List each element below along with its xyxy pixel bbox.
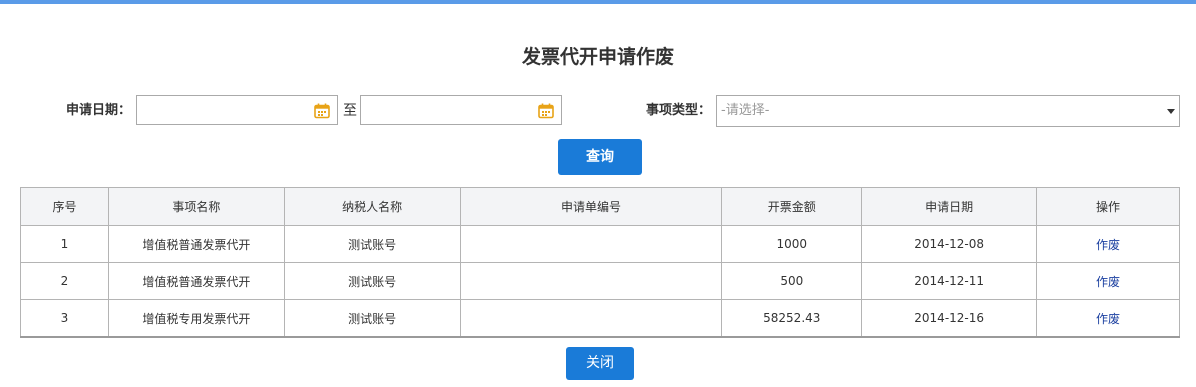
cell-item-name: 增值税专用发票代开 [107,299,285,338]
cell-item-name: 增值税普通发票代开 [107,225,285,263]
cell-action: 作废 [1036,225,1180,263]
calendar-icon[interactable] [313,102,331,120]
type-select-value: -请选择- [721,103,770,118]
header-action: 操作 [1036,187,1180,226]
date-label: 申请日期： [66,103,132,118]
table-header-row: 序号 事项名称 纳税人名称 申请单编号 开票金额 申请日期 操作 [20,187,1180,226]
type-label: 事项类型： [646,103,712,118]
cell-taxpayer-name: 测试账号 [283,262,461,300]
table-row: 2 增值税普通发票代开 测试账号 500 2014-12-11 作废 [20,262,1180,300]
cell-application-no [459,299,723,338]
calendar-icon[interactable] [537,102,555,120]
void-link[interactable]: 作废 [1096,312,1120,326]
cell-item-name: 增值税普通发票代开 [107,262,285,300]
start-date-input[interactable] [137,96,319,124]
page-title: 发票代开申请作废 [521,46,674,68]
type-select[interactable]: -请选择- [716,95,1180,127]
header-application-no: 申请单编号 [459,187,723,226]
cell-taxpayer-name: 测试账号 [283,225,461,263]
cell-application-no [459,225,723,263]
close-button[interactable]: 关闭 [566,347,634,380]
cell-action: 作废 [1036,299,1180,338]
chevron-down-icon[interactable] [1167,109,1175,114]
cell-amount: 1000 [721,225,863,263]
cell-apply-date: 2014-12-11 [861,262,1038,300]
end-date-field[interactable] [360,95,562,125]
top-accent-bar [0,0,1196,4]
cell-apply-date: 2014-12-16 [861,299,1038,338]
end-date-input[interactable] [361,96,543,124]
header-item-name: 事项名称 [107,187,285,226]
query-button[interactable]: 查询 [558,139,642,175]
cell-taxpayer-name: 测试账号 [283,299,461,338]
cell-amount: 500 [721,262,863,300]
header-apply-date: 申请日期 [861,187,1038,226]
cell-no: 2 [20,262,109,300]
void-link[interactable]: 作废 [1096,238,1120,252]
cell-amount: 58252.43 [721,299,863,338]
results-table: 序号 事项名称 纳税人名称 申请单编号 开票金额 申请日期 操作 1 增值税普通… [20,187,1180,338]
date-range-separator: 至 [343,103,357,119]
start-date-field[interactable] [136,95,338,125]
header-no: 序号 [20,187,109,226]
cell-no: 1 [20,225,109,263]
cell-no: 3 [20,299,109,338]
cell-action: 作废 [1036,262,1180,300]
cell-application-no [459,262,723,300]
void-link[interactable]: 作废 [1096,275,1120,289]
table-row: 3 增值税专用发票代开 测试账号 58252.43 2014-12-16 作废 [20,299,1180,338]
cell-apply-date: 2014-12-08 [861,225,1038,263]
header-amount: 开票金额 [721,187,863,226]
table-row: 1 增值税普通发票代开 测试账号 1000 2014-12-08 作废 [20,225,1180,263]
header-taxpayer-name: 纳税人名称 [283,187,461,226]
